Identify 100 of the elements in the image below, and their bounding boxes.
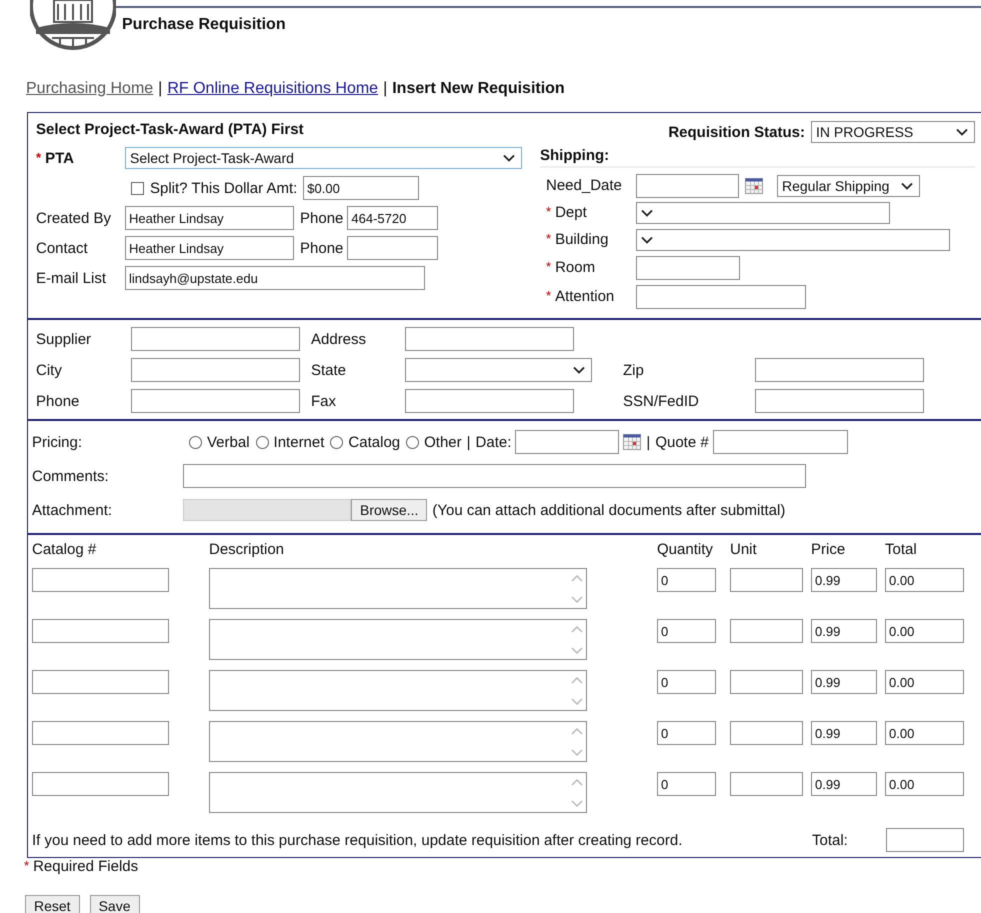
status-dropdown[interactable]: IN PROGRESS: [811, 121, 975, 143]
scroll-arrows-icon: [570, 623, 584, 657]
field-label: Split? This Dollar Amt:: [150, 180, 298, 196]
field-label: Comments:: [32, 468, 110, 484]
text-field[interactable]: [405, 327, 574, 351]
date-field[interactable]: [636, 174, 739, 198]
catalog-field[interactable]: [32, 721, 169, 745]
field-label: Date:: [476, 434, 512, 450]
split-checkbox[interactable]: [131, 182, 144, 194]
text-field[interactable]: [131, 358, 300, 382]
description-field[interactable]: [209, 721, 587, 762]
option-label[interactable]: Catalog: [348, 434, 400, 450]
text-field[interactable]: [131, 389, 300, 413]
page-title: Purchase Requisition: [122, 16, 286, 34]
calendar-icon[interactable]: [745, 178, 763, 194]
description-field[interactable]: [209, 619, 587, 660]
quantity-field[interactable]: 0: [657, 619, 716, 643]
option-label[interactable]: Other: [424, 434, 462, 450]
separator: |: [158, 80, 162, 98]
total-field[interactable]: 0.00: [885, 772, 964, 796]
price-field[interactable]: 0.99: [811, 721, 877, 745]
quantity-field[interactable]: 0: [657, 772, 716, 796]
scroll-arrows-icon: [570, 572, 584, 606]
radio-button[interactable]: [256, 436, 269, 448]
breadcrumb-link[interactable]: RF Online Requisitions Home: [167, 80, 378, 98]
unit-field[interactable]: [730, 670, 803, 694]
price-field[interactable]: 0.99: [811, 772, 877, 796]
radio-button[interactable]: [189, 436, 202, 448]
text-field[interactable]: [755, 389, 924, 413]
calendar-icon[interactable]: [623, 434, 642, 450]
total-field[interactable]: 0.00: [885, 721, 964, 745]
text-field[interactable]: [755, 358, 924, 382]
chevron-down-icon: [503, 154, 515, 162]
field-label: Quote #: [655, 434, 709, 450]
section-heading: Select Project-Task-Award (PTA) First: [36, 121, 305, 140]
pta-dropdown[interactable]: Select Project-Task-Award: [125, 147, 522, 169]
radio-button[interactable]: [330, 436, 344, 448]
quantity-field[interactable]: 0: [657, 670, 716, 694]
price-field[interactable]: 0.99: [811, 670, 877, 694]
catalog-field[interactable]: [32, 619, 169, 643]
select-field[interactable]: [636, 202, 890, 224]
phone-field[interactable]: [347, 236, 438, 260]
total-field[interactable]: 0.00: [885, 568, 964, 592]
field-label: Zip: [623, 362, 645, 378]
field-label: State: [311, 362, 348, 378]
required-asterisk: *: [546, 259, 552, 274]
amount-field[interactable]: $0.00: [303, 176, 420, 200]
text-field[interactable]: [131, 327, 300, 351]
catalog-field[interactable]: [32, 772, 169, 796]
total-field[interactable]: 0.00: [885, 619, 964, 643]
date-field[interactable]: [515, 430, 620, 454]
field-label: * PTA: [36, 150, 75, 166]
chevron-down-icon: [573, 366, 585, 374]
unit-field[interactable]: [730, 772, 803, 796]
price-field[interactable]: 0.99: [811, 568, 877, 592]
file-field[interactable]: [183, 499, 351, 521]
price-field[interactable]: 0.99: [811, 619, 877, 643]
separator: |: [646, 434, 650, 450]
total-field[interactable]: 0.00: [885, 670, 964, 694]
quote-field[interactable]: [712, 430, 848, 454]
column-header: Description: [209, 541, 286, 558]
option-label[interactable]: Internet: [274, 434, 324, 450]
field-label: Pricing:: [32, 434, 84, 450]
field-label: Need_Date: [545, 177, 623, 194]
section-heading: Shipping:: [540, 143, 975, 168]
phone-field[interactable]: 464-5720: [347, 206, 438, 230]
option-label[interactable]: Verbal: [207, 434, 250, 450]
quantity-field[interactable]: 0: [657, 721, 716, 745]
quantity-field[interactable]: 0: [657, 568, 716, 592]
catalog-field[interactable]: [32, 670, 169, 694]
form-button[interactable]: Save: [90, 895, 140, 913]
radio-button[interactable]: [406, 436, 420, 448]
name-field[interactable]: Heather Lindsay: [125, 236, 294, 260]
text-field[interactable]: [405, 389, 574, 413]
browse-button[interactable]: Browse...: [351, 499, 428, 521]
column-header: Quantity: [657, 541, 714, 558]
column-header: Total: [885, 541, 918, 558]
unit-field[interactable]: [730, 721, 803, 745]
select-field[interactable]: [636, 228, 950, 250]
unit-field[interactable]: [730, 619, 803, 643]
email-field[interactable]: lindsayh@upstate.edu: [125, 266, 425, 290]
name-field[interactable]: Heather Lindsay: [125, 206, 294, 230]
breadcrumb-link[interactable]: Purchasing Home: [26, 80, 154, 98]
field-label: Fax: [311, 392, 338, 410]
unit-field[interactable]: [730, 568, 803, 592]
description-field[interactable]: [209, 670, 587, 711]
separator: |: [466, 434, 471, 450]
select-field[interactable]: [405, 358, 592, 382]
description-field[interactable]: [209, 772, 587, 813]
field-label: Requisition Status:: [668, 124, 805, 140]
comments-field[interactable]: [183, 464, 806, 488]
shipping-dropdown[interactable]: Regular Shipping: [777, 174, 920, 196]
text-field[interactable]: [636, 284, 806, 308]
required-asterisk: *: [36, 150, 42, 164]
text-field[interactable]: [636, 256, 740, 280]
grand-total-field[interactable]: [886, 828, 964, 852]
catalog-field[interactable]: [32, 568, 169, 592]
form-button[interactable]: Reset: [25, 895, 80, 913]
column-header: Price: [811, 541, 846, 558]
description-field[interactable]: [209, 568, 587, 609]
